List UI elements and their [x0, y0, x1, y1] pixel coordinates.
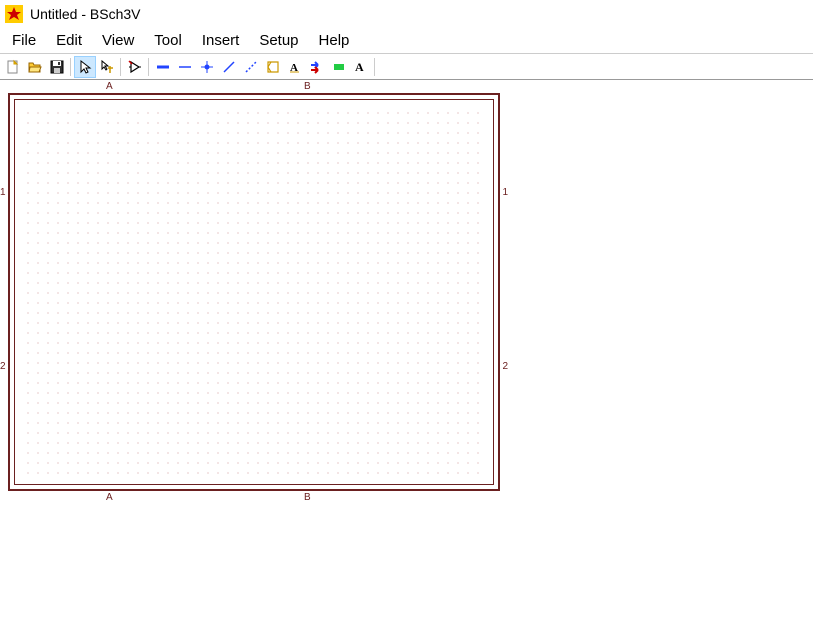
- line-button[interactable]: [218, 56, 240, 78]
- save-button[interactable]: [46, 56, 68, 78]
- bus-button[interactable]: [152, 56, 174, 78]
- canvas-area[interactable]: A B A B 1 2 1 2: [0, 85, 813, 637]
- tag-button[interactable]: [328, 56, 350, 78]
- new-button[interactable]: [2, 56, 24, 78]
- frame-label-bottom-a: A: [106, 492, 113, 503]
- menu-file[interactable]: File: [2, 29, 46, 52]
- toolbar-separator: [68, 56, 74, 78]
- toolbar-separator: [146, 56, 152, 78]
- selector-button[interactable]: [74, 56, 96, 78]
- frame-label-top-a: A: [106, 81, 113, 92]
- frame-label-top-b: B: [304, 81, 311, 92]
- marker-origin-button[interactable]: [262, 56, 284, 78]
- grid-canvas[interactable]: [23, 108, 485, 476]
- menu-edit[interactable]: Edit: [46, 29, 92, 52]
- frame-label-right-1: 1: [502, 187, 508, 198]
- frame-label-bottom-b: B: [304, 492, 311, 503]
- component-button[interactable]: [124, 56, 146, 78]
- svg-text:A: A: [355, 60, 364, 74]
- open-button[interactable]: [24, 56, 46, 78]
- app-icon: [4, 4, 24, 24]
- frame-label-left-1: 1: [0, 187, 6, 198]
- menu-tool[interactable]: Tool: [144, 29, 192, 52]
- dash-button[interactable]: [240, 56, 262, 78]
- menu-insert[interactable]: Insert: [192, 29, 250, 52]
- junction-button[interactable]: [196, 56, 218, 78]
- menu-help[interactable]: Help: [309, 29, 360, 52]
- menu-view[interactable]: View: [92, 29, 144, 52]
- frame-inner-border: [14, 99, 494, 485]
- menu-setup[interactable]: Setup: [249, 29, 308, 52]
- frame-label-left-2: 2: [0, 361, 6, 372]
- text-button[interactable]: A: [350, 56, 372, 78]
- wire-button[interactable]: [174, 56, 196, 78]
- frame-label-right-2: 2: [502, 361, 508, 372]
- menubar: File Edit View Tool Insert Setup Help: [0, 28, 813, 54]
- titlebar: Untitled - BSch3V: [0, 0, 813, 28]
- toolbar-separator: [118, 56, 124, 78]
- window-title: Untitled - BSch3V: [30, 6, 141, 22]
- bus-entry-button[interactable]: [306, 56, 328, 78]
- schematic-frame: A B A B 1 2 1 2: [8, 93, 500, 491]
- label-button[interactable]: A: [284, 56, 306, 78]
- toolbar-separator: [372, 56, 378, 78]
- drag-button[interactable]: [96, 56, 118, 78]
- toolbar: A A: [0, 54, 813, 80]
